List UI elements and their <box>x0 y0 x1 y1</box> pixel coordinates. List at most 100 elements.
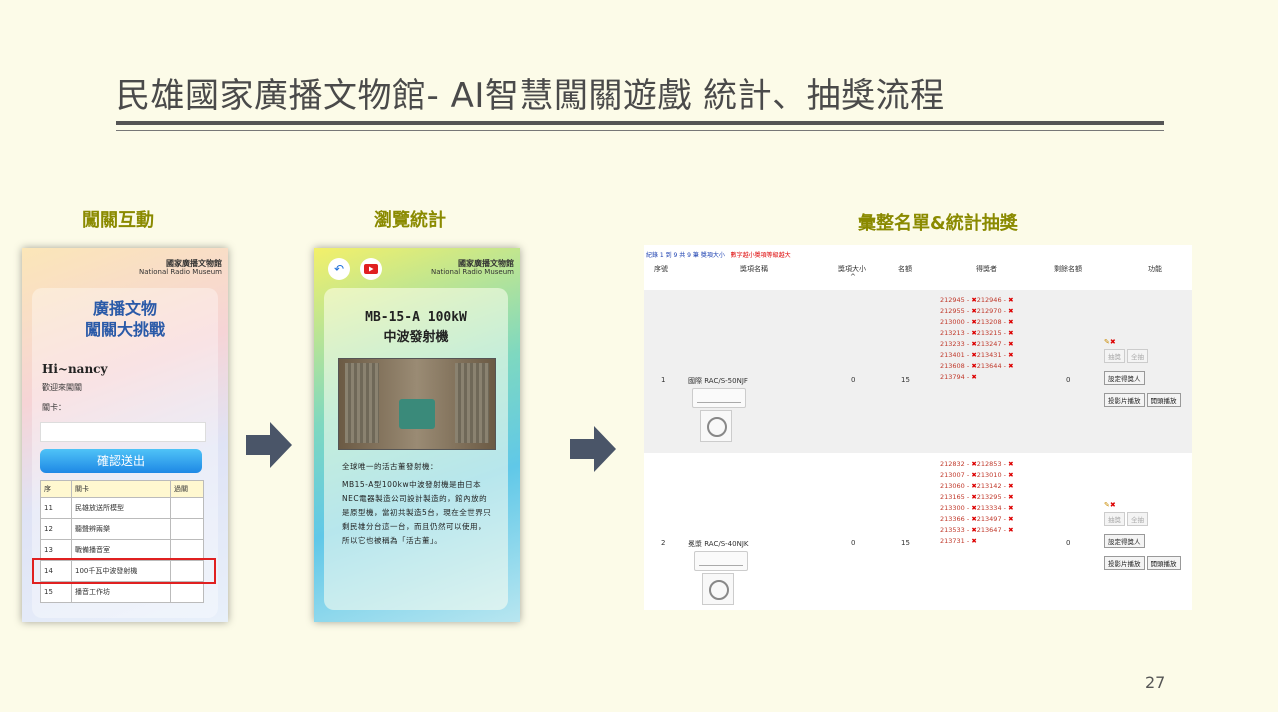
winner-line: 213366 - ✖213497 - ✖ <box>940 515 1014 523</box>
winner-line: 213213 - ✖213215 - ✖ <box>940 329 1014 337</box>
exhibit-title: MB-15-A 100kW 中波發射機 <box>365 310 467 345</box>
winner-line: 213000 - ✖213208 - ✖ <box>940 318 1014 326</box>
remove-icon[interactable]: ✖ <box>1008 460 1013 468</box>
welcome-text: 歡迎來闖關 <box>42 383 82 392</box>
row-stage: 播音工作坊 <box>71 581 171 603</box>
highlight-box <box>32 558 216 584</box>
sort-icon[interactable]: ^ <box>850 273 856 281</box>
winner-line: 213165 - ✖213295 - ✖ <box>940 493 1014 501</box>
row-no: 2 <box>661 539 666 547</box>
table-row[interactable]: 15 播音工作坊 <box>40 581 204 603</box>
winner-line: 213401 - ✖213431 - ✖ <box>940 351 1014 359</box>
greeting: Hi~nancy <box>42 362 108 376</box>
paging-info: 紀錄 1 到 9 共 9 筆 獎項大小 數字越小獎項等級越大 <box>646 252 791 259</box>
header-remaining: 剩餘名額 <box>1054 265 1082 273</box>
prize-image-outdoor-unit <box>700 410 732 442</box>
title-rule-thin <box>116 130 1164 131</box>
draw-button[interactable]: 抽獎 <box>1104 512 1125 526</box>
remove-icon[interactable]: ✖ <box>1008 362 1013 370</box>
winner-line: 213060 - ✖213142 - ✖ <box>940 482 1014 490</box>
winner-line: 213533 - ✖213647 - ✖ <box>940 526 1014 534</box>
delete-icon[interactable]: ✖ <box>1110 338 1116 346</box>
remove-icon[interactable]: ✖ <box>1008 504 1013 512</box>
remove-icon[interactable]: ✖ <box>1008 471 1013 479</box>
prize-level: 0 <box>851 376 856 384</box>
remove-icon[interactable]: ✖ <box>1008 482 1013 490</box>
prize-name: 國際 RAC/S-50NJF <box>688 377 748 385</box>
remove-icon[interactable]: ✖ <box>1008 318 1013 326</box>
prize-image-outdoor-unit <box>702 573 734 605</box>
arrow-right-icon <box>246 422 292 468</box>
slideshow-button[interactable]: 投影片播放 <box>1104 393 1145 407</box>
prize-image-ac <box>694 551 748 571</box>
winner-line: 213731 - ✖ <box>940 537 977 545</box>
museum-logo: 國家廣播文物館 National Radio Museum <box>139 259 222 276</box>
set-winner-button[interactable]: 設定得獎人 <box>1104 371 1145 385</box>
stage-table: 序 關卡 過關 11 民雄放送所模型 12 聽聲辨兩樂 13 戰備播音室 14 100千… <box>40 480 204 603</box>
remove-icon[interactable]: ✖ <box>971 537 976 545</box>
col-header-no: 序 <box>40 480 72 498</box>
winner-list: 212832 - ✖212853 - ✖ 213007 - ✖213010 - … <box>940 459 1014 547</box>
header-winners: 得獎者 <box>976 265 997 273</box>
start-play-button[interactable]: 開頭播放 <box>1146 393 1181 407</box>
remove-icon[interactable]: ✖ <box>1008 307 1013 315</box>
arrow-right-icon <box>570 426 616 472</box>
winner-line: 213300 - ✖213334 - ✖ <box>940 504 1014 512</box>
remove-icon[interactable]: ✖ <box>1008 526 1013 534</box>
row-stage: 聽聲辨兩樂 <box>71 518 171 540</box>
remove-icon[interactable]: ✖ <box>971 373 976 381</box>
winner-line: 213007 - ✖213010 - ✖ <box>940 471 1014 479</box>
row-no: 1 <box>661 376 666 384</box>
table-row[interactable]: 12 聽聲辨兩樂 <box>40 518 204 540</box>
stage-label: 關卡： <box>42 403 66 412</box>
row-stage: 民雄放送所模型 <box>71 497 171 519</box>
stage-input[interactable] <box>40 422 206 442</box>
row-no: 15 <box>40 581 72 603</box>
row-pass <box>170 497 204 519</box>
row-actions: ✎✖ 抽獎 全抽 設定得獎人 投影片播放 開頭播放 <box>1104 338 1183 407</box>
header-quota: 名額 <box>898 265 912 273</box>
start-play-button[interactable]: 開頭播放 <box>1146 556 1181 570</box>
section-title-interaction: 闖關互動 <box>82 210 154 231</box>
remove-icon[interactable]: ✖ <box>1008 515 1013 523</box>
prize-image-ac <box>692 388 746 408</box>
title-rule-thick <box>116 121 1164 125</box>
winner-line: 212945 - ✖212946 - ✖ <box>940 296 1014 304</box>
prize-quota: 15 <box>901 376 910 384</box>
youtube-icon[interactable] <box>360 258 382 280</box>
table-row[interactable]: 11 民雄放送所模型 <box>40 497 204 519</box>
intro-body: MB15-A型100kw中波發射機是由日本NEC電器製造公司設計製造的，館內放的… <box>342 480 492 545</box>
draw-all-button[interactable]: 全抽 <box>1127 349 1148 363</box>
prize-name: 冕漿 RAC/S-40NJK <box>688 540 749 548</box>
section-title-browse: 瀏覽統計 <box>374 210 446 231</box>
winner-line: 213794 - ✖ <box>940 373 977 381</box>
exhibit-photo <box>338 358 496 450</box>
prize-remaining: 0 <box>1066 539 1071 547</box>
draw-button[interactable]: 抽獎 <box>1104 349 1125 363</box>
winner-line: 213233 - ✖213247 - ✖ <box>940 340 1014 348</box>
remove-icon[interactable]: ✖ <box>1008 296 1013 304</box>
remove-icon[interactable]: ✖ <box>1008 351 1013 359</box>
set-winner-button[interactable]: 設定得獎人 <box>1104 534 1145 548</box>
intro-heading: 全球唯一的活古董發射機： <box>342 462 438 471</box>
delete-icon[interactable]: ✖ <box>1110 501 1116 509</box>
remove-icon[interactable]: ✖ <box>1008 493 1013 501</box>
remove-icon[interactable]: ✖ <box>1008 329 1013 337</box>
col-header-pass: 過關 <box>170 480 204 498</box>
row-no: 12 <box>40 518 72 540</box>
prize-quota: 15 <box>901 539 910 547</box>
table-row: 1 國際 RAC/S-50NJF 0 15 212945 - ✖212946 -… <box>644 290 1192 453</box>
winner-line: 212832 - ✖212853 - ✖ <box>940 460 1014 468</box>
header-prize: 獎項名稱 <box>740 265 768 273</box>
prize-level: 0 <box>851 539 856 547</box>
winner-line: 213608 - ✖213644 - ✖ <box>940 362 1014 370</box>
page-number: 27 <box>1145 673 1166 692</box>
remove-icon[interactable]: ✖ <box>1008 340 1013 348</box>
row-no: 11 <box>40 497 72 519</box>
submit-button[interactable]: 確認送出 <box>40 449 202 473</box>
slideshow-button[interactable]: 投影片播放 <box>1104 556 1145 570</box>
back-icon[interactable]: ↶ <box>328 258 350 280</box>
header-actions: 功能 <box>1148 265 1162 273</box>
draw-all-button[interactable]: 全抽 <box>1127 512 1148 526</box>
table-row: 2 冕漿 RAC/S-40NJK 0 15 212832 - ✖212853 -… <box>644 455 1192 610</box>
